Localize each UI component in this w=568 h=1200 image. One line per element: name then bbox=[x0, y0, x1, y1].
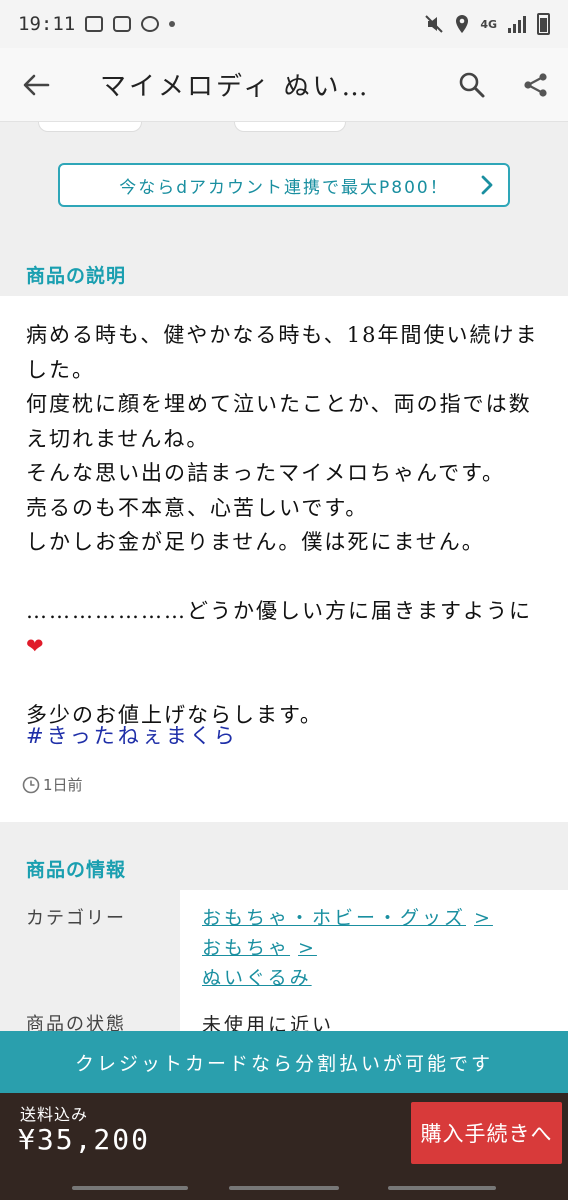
mute-icon bbox=[425, 15, 444, 33]
hashtag-link[interactable]: #きったねぇまくら bbox=[26, 720, 238, 750]
system-nav-bar bbox=[0, 1171, 568, 1200]
image-icon bbox=[85, 16, 104, 32]
purchase-bar: 送料込み ¥35,200 購入手続きへ bbox=[0, 1093, 568, 1171]
info-table: カテゴリー おもちゃ・ホビー・グッズ > おもちゃ > ぬいぐるみ 商品の状態 未使… bbox=[0, 890, 568, 1040]
info-section-title: 商品の情報 bbox=[26, 859, 127, 881]
category-link[interactable]: ぬいぐるみ bbox=[202, 963, 312, 990]
previous-button-stub bbox=[234, 122, 346, 132]
credit-card-banner[interactable]: クレジットカードなら分割払いが可能です bbox=[0, 1031, 568, 1093]
share-icon bbox=[524, 72, 547, 97]
page-title: マイメロディ ぬい… bbox=[100, 72, 371, 102]
search-button[interactable] bbox=[440, 48, 504, 122]
banner-text: 今ならdアカウント連携で最大P800！ bbox=[119, 177, 449, 198]
signal-icon bbox=[508, 16, 526, 33]
share-button[interactable] bbox=[504, 48, 568, 122]
back-arrow-icon bbox=[23, 74, 50, 95]
status-left-icons bbox=[85, 16, 176, 32]
chevron-right-icon: > bbox=[298, 937, 317, 959]
category-link-text: おもちゃ・ホビー・グッズ bbox=[202, 907, 467, 929]
description-panel: 病める時も、健やかなる時も、18年間使い続けました。 何度枕に顔を埋めて泣いたこ… bbox=[0, 296, 568, 822]
heart-emoji: ❤ bbox=[26, 633, 46, 658]
d-account-banner[interactable]: 今ならdアカウント連携で最大P800！ bbox=[58, 163, 510, 207]
category-label: カテゴリー bbox=[26, 908, 126, 929]
price: ¥35,200 bbox=[18, 1123, 151, 1156]
credit-card-banner-text: クレジットカードなら分割払いが可能です bbox=[74, 1052, 493, 1075]
posted-time-text: 1日前 bbox=[43, 776, 83, 794]
clock-icon bbox=[22, 776, 40, 793]
notification-dot-icon bbox=[169, 21, 176, 27]
buy-button[interactable]: 購入手続きへ bbox=[411, 1102, 562, 1164]
description-body: 病める時も、健やかなる時も、18年間使い続けました。 何度枕に顔を埋めて泣いたこ… bbox=[26, 323, 539, 623]
category-link[interactable]: おもちゃ・ホビー・グッズ > bbox=[202, 903, 493, 930]
category-link-text: おもちゃ bbox=[202, 937, 291, 959]
description-section-title: 商品の説明 bbox=[26, 265, 127, 287]
search-icon bbox=[459, 72, 485, 97]
shipping-label: 送料込み bbox=[20, 1105, 89, 1124]
category-link[interactable]: おもちゃ > bbox=[202, 933, 317, 960]
location-icon bbox=[456, 15, 469, 33]
chevron-right-icon: > bbox=[474, 907, 493, 929]
battery-icon bbox=[537, 13, 550, 35]
back-button[interactable] bbox=[0, 48, 72, 122]
category-link-text: ぬいぐるみ bbox=[202, 967, 312, 989]
previous-button-stub bbox=[38, 122, 142, 132]
app-header: マイメロディ ぬい… bbox=[0, 48, 568, 122]
posted-time: 1日前 bbox=[22, 774, 83, 795]
chevron-right-icon bbox=[481, 175, 493, 195]
status-bar: 19:11 4G bbox=[0, 0, 568, 48]
nav-recent-handle[interactable] bbox=[388, 1186, 496, 1190]
network-type: 4G bbox=[480, 17, 497, 31]
nav-home-handle[interactable] bbox=[229, 1186, 339, 1190]
chat-icon bbox=[141, 16, 160, 32]
nav-back-handle[interactable] bbox=[72, 1186, 188, 1190]
app-icon bbox=[113, 16, 132, 32]
status-time: 19:11 bbox=[18, 13, 76, 35]
status-right-icons: 4G bbox=[424, 13, 550, 35]
description-text: 病める時も、健やかなる時も、18年間使い続けました。 何度枕に顔を埋めて泣いたこ… bbox=[26, 318, 550, 732]
